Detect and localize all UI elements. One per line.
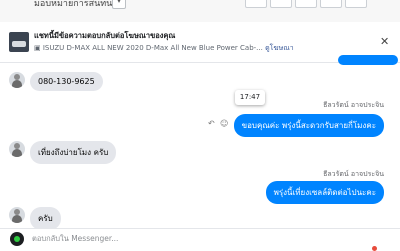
message-incoming: ครับ [30, 207, 61, 230]
toolbar-button[interactable] [270, 0, 292, 8]
ad-banner-title: แชทนี้มีข้อความตอบกลับต่อโฆษณาของคุณ [34, 31, 176, 40]
message-incoming: เที่ยงถึงบ่ายโมง ครับ [30, 141, 117, 164]
page-avatar [10, 232, 24, 246]
message-outgoing: ขอบคุณค่ะ พรุ่งนี้สะดวกรับสายกี่โมงคะ [233, 114, 384, 137]
chevron-down-icon[interactable]: ▾ [112, 0, 126, 9]
message-sender-name: ธีลวรัตน์ อาจประจิน [323, 170, 384, 178]
toolbar-button[interactable] [295, 0, 317, 8]
ad-icon: ▣ [34, 44, 43, 52]
close-icon[interactable]: ✕ [380, 35, 389, 48]
toolbar-button[interactable] [320, 0, 342, 8]
emoji-icon[interactable]: ☺ [220, 119, 228, 128]
toolbar-button[interactable] [345, 0, 367, 8]
avatar [9, 72, 25, 88]
message-timestamp-tooltip: 17:47 [235, 90, 265, 105]
reply-input[interactable]: ตอบกลับใน Messenger... [32, 233, 118, 245]
toolbar-button[interactable] [245, 0, 267, 8]
assign-conversation-label[interactable]: มอบหมายการสนทนานี้ [34, 0, 124, 10]
ad-thumbnail [9, 32, 29, 52]
ad-banner-subtitle: ▣ ISUZU D-MAX ALL NEW 2020 D-Max All New… [34, 43, 294, 54]
reply-icon[interactable]: ↶ [208, 119, 215, 128]
message-outgoing: พรุ่งนี้เที่ยงเซลล์ติดต่อไปนะคะ [265, 181, 384, 204]
avatar [9, 207, 25, 223]
ad-description: ISUZU D-MAX ALL NEW 2020 D-Max All New B… [42, 44, 263, 52]
view-ad-link[interactable]: ดูโฆษณา [265, 44, 294, 52]
avatar [9, 141, 25, 157]
message-incoming: 080-130-9625 [30, 72, 103, 91]
message-sender-name: ธีลวรัตน์ อาจประจิน [323, 101, 384, 109]
notification-dot [372, 246, 377, 251]
message-bubble-cropped [338, 55, 398, 65]
